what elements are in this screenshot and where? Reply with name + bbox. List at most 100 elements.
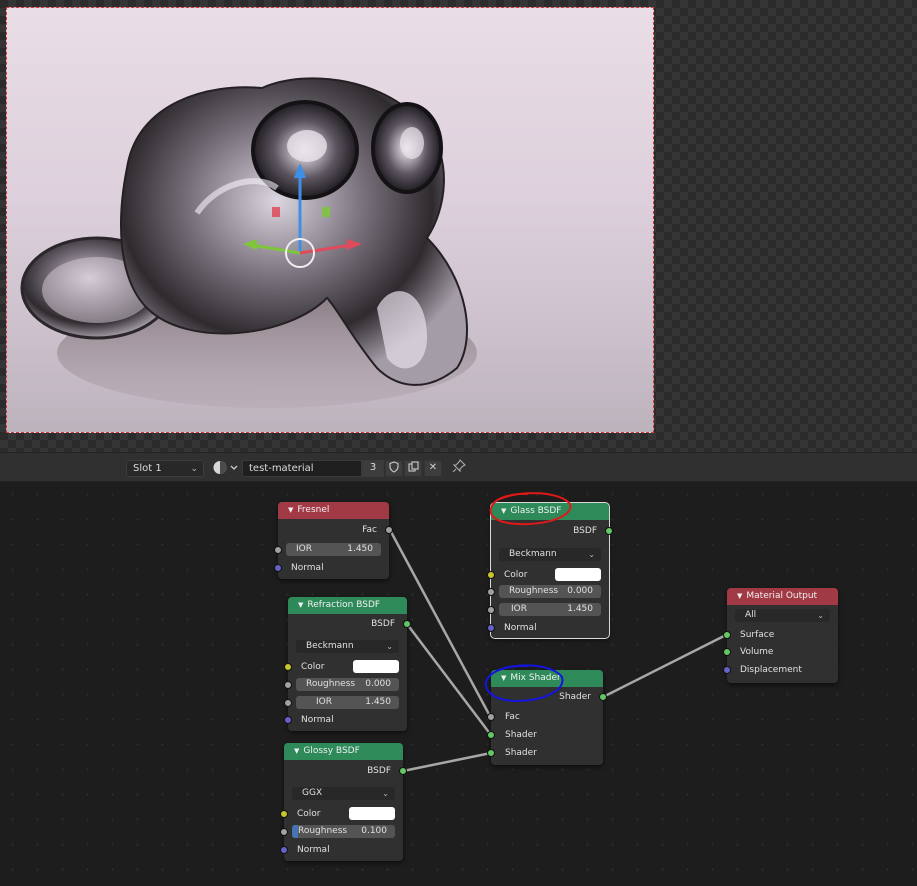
socket-color-in[interactable] xyxy=(280,810,288,818)
socket-label: Normal xyxy=(297,845,330,855)
input-ior: IOR 1.450 xyxy=(284,694,407,712)
shield-icon[interactable] xyxy=(385,460,403,477)
node-title: Refraction BSDF xyxy=(307,600,381,610)
socket-displacement-in[interactable] xyxy=(723,666,731,674)
socket-ior-in[interactable] xyxy=(487,606,495,614)
node-refraction-bsdf[interactable]: ▼ Refraction BSDF BSDF Beckmann ⌄ Color R… xyxy=(284,597,411,731)
roughness-field[interactable]: Roughness 0.000 xyxy=(296,678,399,691)
input-normal: Normal xyxy=(280,841,403,859)
socket-label: Volume xyxy=(740,647,774,657)
ior-field[interactable]: IOR 1.450 xyxy=(286,543,381,556)
close-icon[interactable]: ✕ xyxy=(424,460,442,477)
node-title: Glass BSDF xyxy=(510,506,562,516)
input-color: Color xyxy=(487,566,609,584)
node-mix-shader[interactable]: ▼ Mix Shader Shader Fac Shader Shader xyxy=(487,670,607,765)
node-title: Mix Shader xyxy=(510,673,561,683)
distribution-select[interactable]: GGX ⌄ xyxy=(292,787,395,800)
socket-label: Displacement xyxy=(740,665,802,675)
node-header[interactable]: ▼ Mix Shader xyxy=(491,670,603,687)
field-value: 0.000 xyxy=(567,586,593,596)
node-header[interactable]: ▼ Glass BSDF xyxy=(491,503,609,520)
field-label: IOR xyxy=(316,697,332,707)
node-title: Material Output xyxy=(746,591,818,601)
input-roughness: Roughness 0.000 xyxy=(284,676,407,694)
socket-normal-in[interactable] xyxy=(487,624,495,632)
node-header[interactable]: ▼ Fresnel xyxy=(278,502,389,519)
ior-field[interactable]: IOR 1.450 xyxy=(296,696,399,709)
collapse-arrow-icon[interactable]: ▼ xyxy=(501,507,506,515)
field-label: IOR xyxy=(511,604,527,614)
socket-shader-in[interactable] xyxy=(487,731,495,739)
ior-field[interactable]: IOR 1.450 xyxy=(499,603,601,616)
input-roughness: Roughness 0.000 xyxy=(487,583,609,601)
socket-normal-in[interactable] xyxy=(274,564,282,572)
render-preview-graphic xyxy=(20,77,477,408)
socket-label: Color xyxy=(297,809,321,819)
socket-normal-in[interactable] xyxy=(284,716,292,724)
field-label: Roughness xyxy=(509,586,559,596)
material-sphere-icon[interactable] xyxy=(212,460,240,477)
node-editor-canvas[interactable]: ▼ Fresnel Fac IOR 1.450 Normal ▼ Refractio… xyxy=(0,482,917,886)
distribution-row: GGX ⌄ xyxy=(284,785,403,803)
collapse-arrow-icon[interactable]: ▼ xyxy=(501,674,506,682)
socket-shader-out[interactable] xyxy=(599,693,607,701)
color-swatch[interactable] xyxy=(555,568,601,581)
user-count-badge[interactable]: 3 xyxy=(362,460,384,477)
input-color: Color xyxy=(280,805,403,823)
collapse-arrow-icon[interactable]: ▼ xyxy=(294,747,299,755)
socket-bsdf-out[interactable] xyxy=(605,527,613,535)
socket-roughness-in[interactable] xyxy=(487,588,495,596)
pin-icon[interactable] xyxy=(452,459,466,476)
output-bsdf: BSDF xyxy=(284,762,407,780)
target-row: All ⌄ xyxy=(727,607,838,625)
input-surface: Surface xyxy=(723,626,838,644)
socket-roughness-in[interactable] xyxy=(280,828,288,836)
collapse-arrow-icon[interactable]: ▼ xyxy=(737,592,742,600)
color-swatch[interactable] xyxy=(349,807,395,820)
socket-color-in[interactable] xyxy=(487,571,495,579)
socket-label: BSDF xyxy=(371,619,395,629)
socket-ior-in[interactable] xyxy=(284,699,292,707)
select-value: Beckmann xyxy=(306,641,354,651)
node-glossy-bsdf[interactable]: ▼ Glossy BSDF BSDF GGX ⌄ Color Roughness … xyxy=(280,743,407,861)
socket-bsdf-out[interactable] xyxy=(403,620,411,628)
socket-volume-in[interactable] xyxy=(723,648,731,656)
socket-roughness-in[interactable] xyxy=(284,681,292,689)
socket-shader-in[interactable] xyxy=(487,749,495,757)
socket-fac-in[interactable] xyxy=(487,713,495,721)
material-slot-select[interactable]: Slot 1 ⌄ xyxy=(126,460,204,477)
roughness-field[interactable]: Roughness 0.000 xyxy=(499,585,601,598)
socket-fac-out[interactable] xyxy=(385,526,393,534)
input-roughness: Roughness 0.100 xyxy=(280,823,403,841)
socket-ior-in[interactable] xyxy=(274,546,282,554)
collapse-arrow-icon[interactable]: ▼ xyxy=(298,601,303,609)
output-fac: Fac xyxy=(278,521,393,539)
socket-label: BSDF xyxy=(573,526,597,536)
socket-color-in[interactable] xyxy=(284,663,292,671)
roughness-field[interactable]: Roughness 0.100 xyxy=(292,825,395,838)
socket-normal-in[interactable] xyxy=(280,846,288,854)
distribution-select[interactable]: Beckmann ⌄ xyxy=(296,640,399,653)
input-fac: Fac xyxy=(487,708,603,726)
render-viewport[interactable] xyxy=(0,0,917,452)
link-mix-surface xyxy=(601,633,728,699)
input-volume: Volume xyxy=(723,643,838,661)
socket-label: BSDF xyxy=(367,766,391,776)
socket-surface-in[interactable] xyxy=(723,631,731,639)
node-header[interactable]: ▼ Refraction BSDF xyxy=(288,597,407,614)
node-material-output[interactable]: ▼ Material Output All ⌄ Surface Volume Di… xyxy=(723,588,838,683)
node-fresnel[interactable]: ▼ Fresnel Fac IOR 1.450 Normal xyxy=(274,502,393,579)
duplicate-icon[interactable] xyxy=(404,460,422,477)
material-name-field[interactable]: test-material xyxy=(242,460,362,477)
color-swatch[interactable] xyxy=(353,660,399,673)
chevron-down-icon: ⌄ xyxy=(382,789,389,798)
distribution-select[interactable]: Beckmann ⌄ xyxy=(499,548,601,561)
node-header[interactable]: ▼ Material Output xyxy=(727,588,838,605)
select-value: All xyxy=(745,610,757,620)
socket-bsdf-out[interactable] xyxy=(399,767,407,775)
node-header[interactable]: ▼ Glossy BSDF xyxy=(284,743,403,760)
target-select[interactable]: All ⌄ xyxy=(735,609,830,622)
field-value: 1.450 xyxy=(365,697,391,707)
node-glass-bsdf[interactable]: ▼ Glass BSDF BSDF Beckmann ⌄ Color Roughn… xyxy=(487,502,613,639)
collapse-arrow-icon[interactable]: ▼ xyxy=(288,506,293,514)
